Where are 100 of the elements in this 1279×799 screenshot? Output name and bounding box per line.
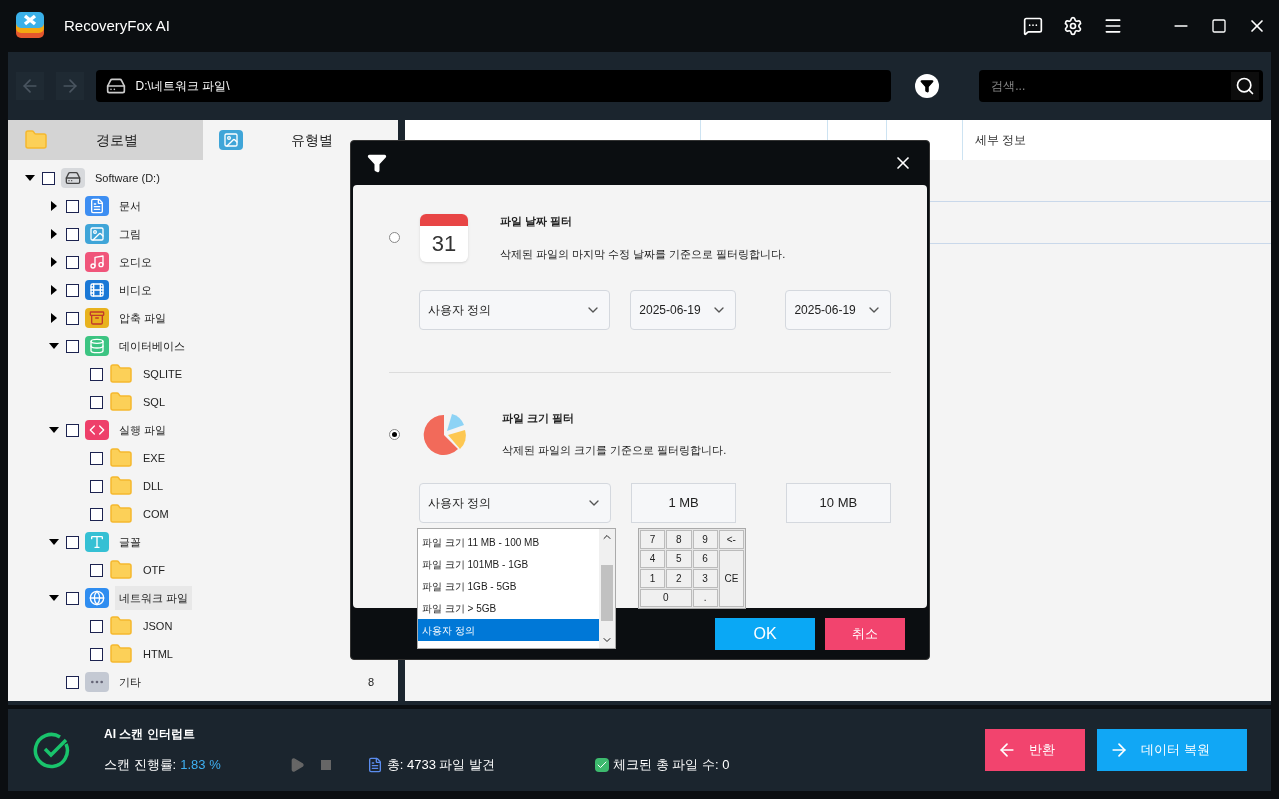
tree-item[interactable]: 네트워크 파일 (115, 585, 193, 611)
dropdown[interactable]: 사용자 정의 (419, 290, 611, 330)
keypad-key[interactable]: 4 (640, 549, 666, 568)
checkbox[interactable] (90, 479, 103, 493)
checkbox[interactable] (90, 451, 103, 465)
tree-item[interactable]: SQL (139, 389, 169, 415)
radio-button[interactable] (389, 232, 400, 243)
list-option[interactable]: 파일 크기 101MB - 1GB (418, 553, 599, 575)
collapsed-arrow-icon[interactable] (51, 257, 57, 267)
checkbox[interactable] (90, 619, 103, 633)
checkbox[interactable] (66, 339, 79, 353)
keypad-key[interactable]: 2 (666, 569, 692, 588)
keypad-key[interactable]: 7 (640, 530, 666, 549)
max-size-field[interactable]: 10 MB (785, 483, 891, 523)
feedback-icon[interactable] (1023, 16, 1043, 36)
keypad-key[interactable]: 5 (666, 549, 692, 568)
checked-checkbox[interactable] (595, 758, 610, 772)
checkbox[interactable] (90, 395, 103, 409)
maximize-icon[interactable] (1211, 18, 1227, 34)
document-icon (366, 757, 383, 773)
scan-status-title: AI 스캔 인터럽트 (104, 726, 196, 744)
min-size-field[interactable]: 1 MB (630, 483, 737, 523)
filter-button[interactable] (915, 74, 940, 98)
checkbox[interactable] (66, 227, 79, 241)
list-option[interactable]: 파일 크기 1GB - 5GB (418, 575, 599, 597)
expanded-arrow-icon[interactable] (49, 427, 59, 433)
other-folder-icon (85, 672, 109, 692)
video-folder-icon (85, 280, 109, 300)
radio-button[interactable] (389, 428, 400, 440)
tree-item[interactable]: SQLITE (139, 361, 187, 387)
checkbox[interactable] (66, 255, 79, 269)
back-button[interactable]: 반환 (985, 729, 1085, 771)
checkbox[interactable] (90, 647, 103, 661)
cancel-button[interactable]: 취소 (825, 617, 905, 650)
tree-item[interactable]: DLL (139, 473, 168, 499)
checkbox[interactable] (66, 535, 79, 549)
search-button[interactable] (1231, 72, 1259, 100)
tree-item[interactable]: 비디오 (115, 277, 156, 303)
network-folder-icon (85, 588, 109, 608)
tree-item[interactable]: 글꼴 (115, 529, 145, 555)
tree-item[interactable]: 그림 (115, 221, 145, 247)
collapsed-arrow-icon[interactable] (51, 201, 57, 211)
keypad-key[interactable]: CE (718, 549, 744, 607)
tree-item[interactable]: 문서 (115, 193, 145, 219)
expanded-arrow-icon[interactable] (49, 343, 59, 349)
tree-item[interactable]: 기타 (115, 669, 145, 695)
keypad-key[interactable]: 3 (692, 569, 718, 588)
folder-icon (109, 390, 133, 414)
view-tab[interactable]: 경로별 (8, 120, 203, 160)
dropdown[interactable]: 2025-06-19 (785, 290, 891, 330)
checkbox[interactable] (66, 199, 79, 213)
tree-item[interactable]: COM (139, 501, 173, 527)
checked-count: 체크된 총 파일 수: 0 (613, 756, 730, 775)
tree-item[interactable]: 압축 파일 (115, 305, 171, 331)
tree-item[interactable]: JSON (139, 613, 177, 639)
search-field[interactable]: 검색... (979, 70, 1231, 102)
tree-item[interactable]: OTF (139, 557, 169, 583)
keypad-key[interactable]: . (692, 588, 718, 607)
menu-icon[interactable] (1103, 16, 1123, 36)
expanded-arrow-icon[interactable] (49, 595, 59, 601)
keypad-key[interactable]: 8 (666, 530, 692, 549)
expanded-arrow-icon[interactable] (25, 175, 35, 181)
checkbox[interactable] (66, 311, 79, 325)
scrollbar[interactable] (599, 529, 615, 648)
checkbox[interactable] (66, 423, 79, 437)
keypad-key[interactable]: 9 (692, 530, 718, 549)
keypad-key[interactable]: 6 (692, 549, 718, 568)
archive-folder-icon (85, 308, 109, 328)
stop-icon[interactable] (320, 760, 331, 770)
collapsed-arrow-icon[interactable] (51, 229, 57, 239)
checkbox[interactable] (90, 507, 103, 521)
tree-item[interactable]: 데이터베이스 (115, 333, 189, 359)
list-option[interactable]: 파일 크기 11 MB - 100 MB (418, 531, 599, 553)
tree-item[interactable]: 실행 파일 (115, 417, 171, 443)
expanded-arrow-icon[interactable] (49, 539, 59, 545)
collapsed-arrow-icon[interactable] (51, 285, 57, 295)
checkbox[interactable] (66, 283, 79, 297)
list-option[interactable]: 사용자 정의 (418, 619, 599, 641)
tree-item[interactable]: HTML (139, 641, 177, 667)
settings-icon[interactable] (1063, 16, 1083, 36)
keypad-key[interactable]: <- (718, 530, 744, 549)
tree-item[interactable]: 오디오 (115, 249, 156, 275)
path-bar[interactable]: D:\네트워크 파일\ (95, 70, 892, 102)
tree-item[interactable]: Software (D:) (91, 165, 164, 191)
progress-value: 1.83 % (180, 756, 221, 775)
list-option[interactable]: 파일 크기 > 5GB (418, 597, 599, 619)
collapsed-arrow-icon[interactable] (51, 313, 57, 323)
dropdown[interactable]: 2025-06-19 (630, 290, 736, 330)
folder-icon (24, 128, 48, 152)
keypad-key[interactable]: 1 (640, 569, 666, 588)
tree-item[interactable]: EXE (139, 445, 169, 471)
section-description: 삭제된 파일의 크기를 기준으로 필터링합니다. (502, 443, 727, 458)
dropdown[interactable]: 사용자 정의 (419, 483, 611, 523)
checkbox[interactable] (66, 591, 79, 605)
checkbox[interactable] (90, 563, 103, 577)
checkbox[interactable] (42, 171, 55, 185)
drive-folder-icon (61, 168, 85, 188)
checkbox[interactable] (90, 367, 103, 381)
checkbox[interactable] (66, 675, 79, 689)
keypad-key[interactable]: 0 (640, 588, 692, 607)
